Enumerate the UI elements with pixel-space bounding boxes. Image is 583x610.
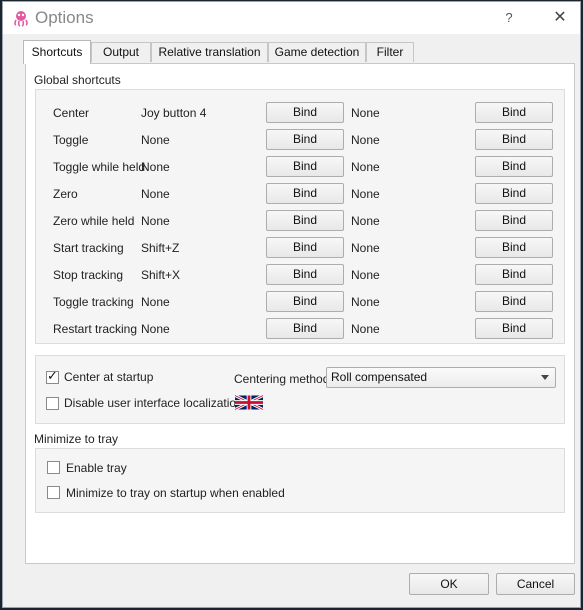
- disable-localization-checkbox[interactable]: [46, 397, 59, 410]
- shortcut-label-zero-while-held: Zero while held: [53, 214, 135, 228]
- shortcut-key1-center: Joy button 4: [141, 106, 207, 120]
- centering-method-select[interactable]: Roll compensated: [326, 367, 556, 388]
- global-shortcuts-heading: Global shortcuts: [34, 73, 121, 87]
- bind-button-zero-while-held-1[interactable]: Bind: [266, 210, 344, 231]
- bind-button-toggle-while-held-1[interactable]: Bind: [266, 156, 344, 177]
- bind-button-toggle-2[interactable]: Bind: [475, 129, 553, 150]
- title-bar[interactable]: Options ? ✕: [3, 2, 580, 34]
- chevron-down-icon: [541, 375, 549, 380]
- tray-group: Enable tray Minimize to tray on startup …: [35, 448, 565, 513]
- tab-game-detection[interactable]: Game detection: [268, 42, 366, 62]
- enable-tray-checkbox[interactable]: [47, 461, 60, 474]
- shortcut-label-restart-tracking: Restart tracking: [53, 322, 138, 336]
- center-at-startup-checkbox[interactable]: ✓: [46, 368, 59, 384]
- uk-flag-icon: [235, 395, 263, 410]
- shortcut-key1-restart-tracking: None: [141, 322, 170, 336]
- help-button[interactable]: ?: [498, 8, 520, 28]
- shortcut-label-stop-tracking: Stop tracking: [53, 268, 124, 282]
- shortcut-label-zero: Zero: [53, 187, 78, 201]
- centering-method-value: Roll compensated: [331, 370, 428, 384]
- bind-button-stop-tracking-1[interactable]: Bind: [266, 264, 344, 285]
- shortcut-key2-toggle-tracking: None: [351, 295, 380, 309]
- minimize-on-startup-label: Minimize to tray on startup when enabled: [66, 486, 285, 500]
- shortcut-key1-zero: None: [141, 187, 170, 201]
- checkmark-icon: ✓: [47, 368, 58, 383]
- center-at-startup-label: Center at startup: [64, 370, 154, 384]
- shortcut-key1-toggle-tracking: None: [141, 295, 170, 309]
- shortcut-key2-stop-tracking: None: [351, 268, 380, 282]
- cancel-button[interactable]: Cancel: [496, 573, 575, 595]
- bind-button-stop-tracking-2[interactable]: Bind: [475, 264, 553, 285]
- bind-button-zero-1[interactable]: Bind: [266, 183, 344, 204]
- tab-shortcuts[interactable]: Shortcuts: [23, 40, 91, 64]
- shortcut-key1-toggle-while-held: None: [141, 160, 170, 174]
- bind-button-center-2[interactable]: Bind: [475, 102, 553, 123]
- bind-button-zero-2[interactable]: Bind: [475, 183, 553, 204]
- tab-filter[interactable]: Filter: [366, 42, 414, 62]
- shortcut-key2-zero-while-held: None: [351, 214, 380, 228]
- minimize-on-startup-checkbox[interactable]: [47, 486, 60, 499]
- general-options-group: ✓ Center at startup Centering method Rol…: [35, 355, 565, 424]
- bind-button-zero-while-held-2[interactable]: Bind: [475, 210, 553, 231]
- enable-tray-label: Enable tray: [66, 461, 127, 475]
- shortcut-label-toggle: Toggle: [53, 133, 89, 147]
- bind-button-center-1[interactable]: Bind: [266, 102, 344, 123]
- shortcut-label-center: Center: [53, 106, 90, 120]
- shortcut-key2-toggle: None: [351, 133, 380, 147]
- window-title: Options: [35, 8, 94, 27]
- tab-relative-translation[interactable]: Relative translation: [151, 42, 268, 62]
- shortcut-label-toggle-tracking: Toggle tracking: [53, 295, 134, 309]
- bind-button-toggle-tracking-1[interactable]: Bind: [266, 291, 344, 312]
- tab-output[interactable]: Output: [91, 42, 151, 62]
- shortcut-label-start-tracking: Start tracking: [53, 241, 124, 255]
- bind-button-restart-tracking-1[interactable]: Bind: [266, 318, 344, 339]
- disable-localization-label: Disable user interface localization: [64, 396, 243, 410]
- bind-button-toggle-1[interactable]: Bind: [266, 129, 344, 150]
- shortcut-key2-toggle-while-held: None: [351, 160, 380, 174]
- bind-button-toggle-tracking-2[interactable]: Bind: [475, 291, 553, 312]
- close-button[interactable]: ✕: [549, 8, 571, 28]
- shortcuts-panel: Global shortcuts Center Joy button 4 Bin…: [25, 63, 575, 564]
- options-window: Options ? ✕ Shortcuts Output Relative tr…: [2, 1, 581, 608]
- shortcut-key2-zero: None: [351, 187, 380, 201]
- shortcuts-group: Center Joy button 4 Bind None Bind Toggl…: [35, 89, 565, 344]
- shortcut-key1-zero-while-held: None: [141, 214, 170, 228]
- minimize-to-tray-heading: Minimize to tray: [34, 432, 119, 446]
- shortcut-label-toggle-while-held: Toggle while held: [53, 160, 146, 174]
- bind-button-start-tracking-2[interactable]: Bind: [475, 237, 553, 258]
- shortcut-key2-center: None: [351, 106, 380, 120]
- shortcut-key2-restart-tracking: None: [351, 322, 380, 336]
- octopus-app-icon: [14, 11, 28, 27]
- bind-button-toggle-while-held-2[interactable]: Bind: [475, 156, 553, 177]
- shortcut-key1-start-tracking: Shift+Z: [141, 241, 180, 255]
- bind-button-restart-tracking-2[interactable]: Bind: [475, 318, 553, 339]
- bind-button-start-tracking-1[interactable]: Bind: [266, 237, 344, 258]
- ok-button[interactable]: OK: [409, 573, 489, 595]
- shortcut-key1-toggle: None: [141, 133, 170, 147]
- shortcut-key2-start-tracking: None: [351, 241, 380, 255]
- shortcut-key1-stop-tracking: Shift+X: [141, 268, 181, 282]
- centering-method-label: Centering method: [234, 372, 330, 386]
